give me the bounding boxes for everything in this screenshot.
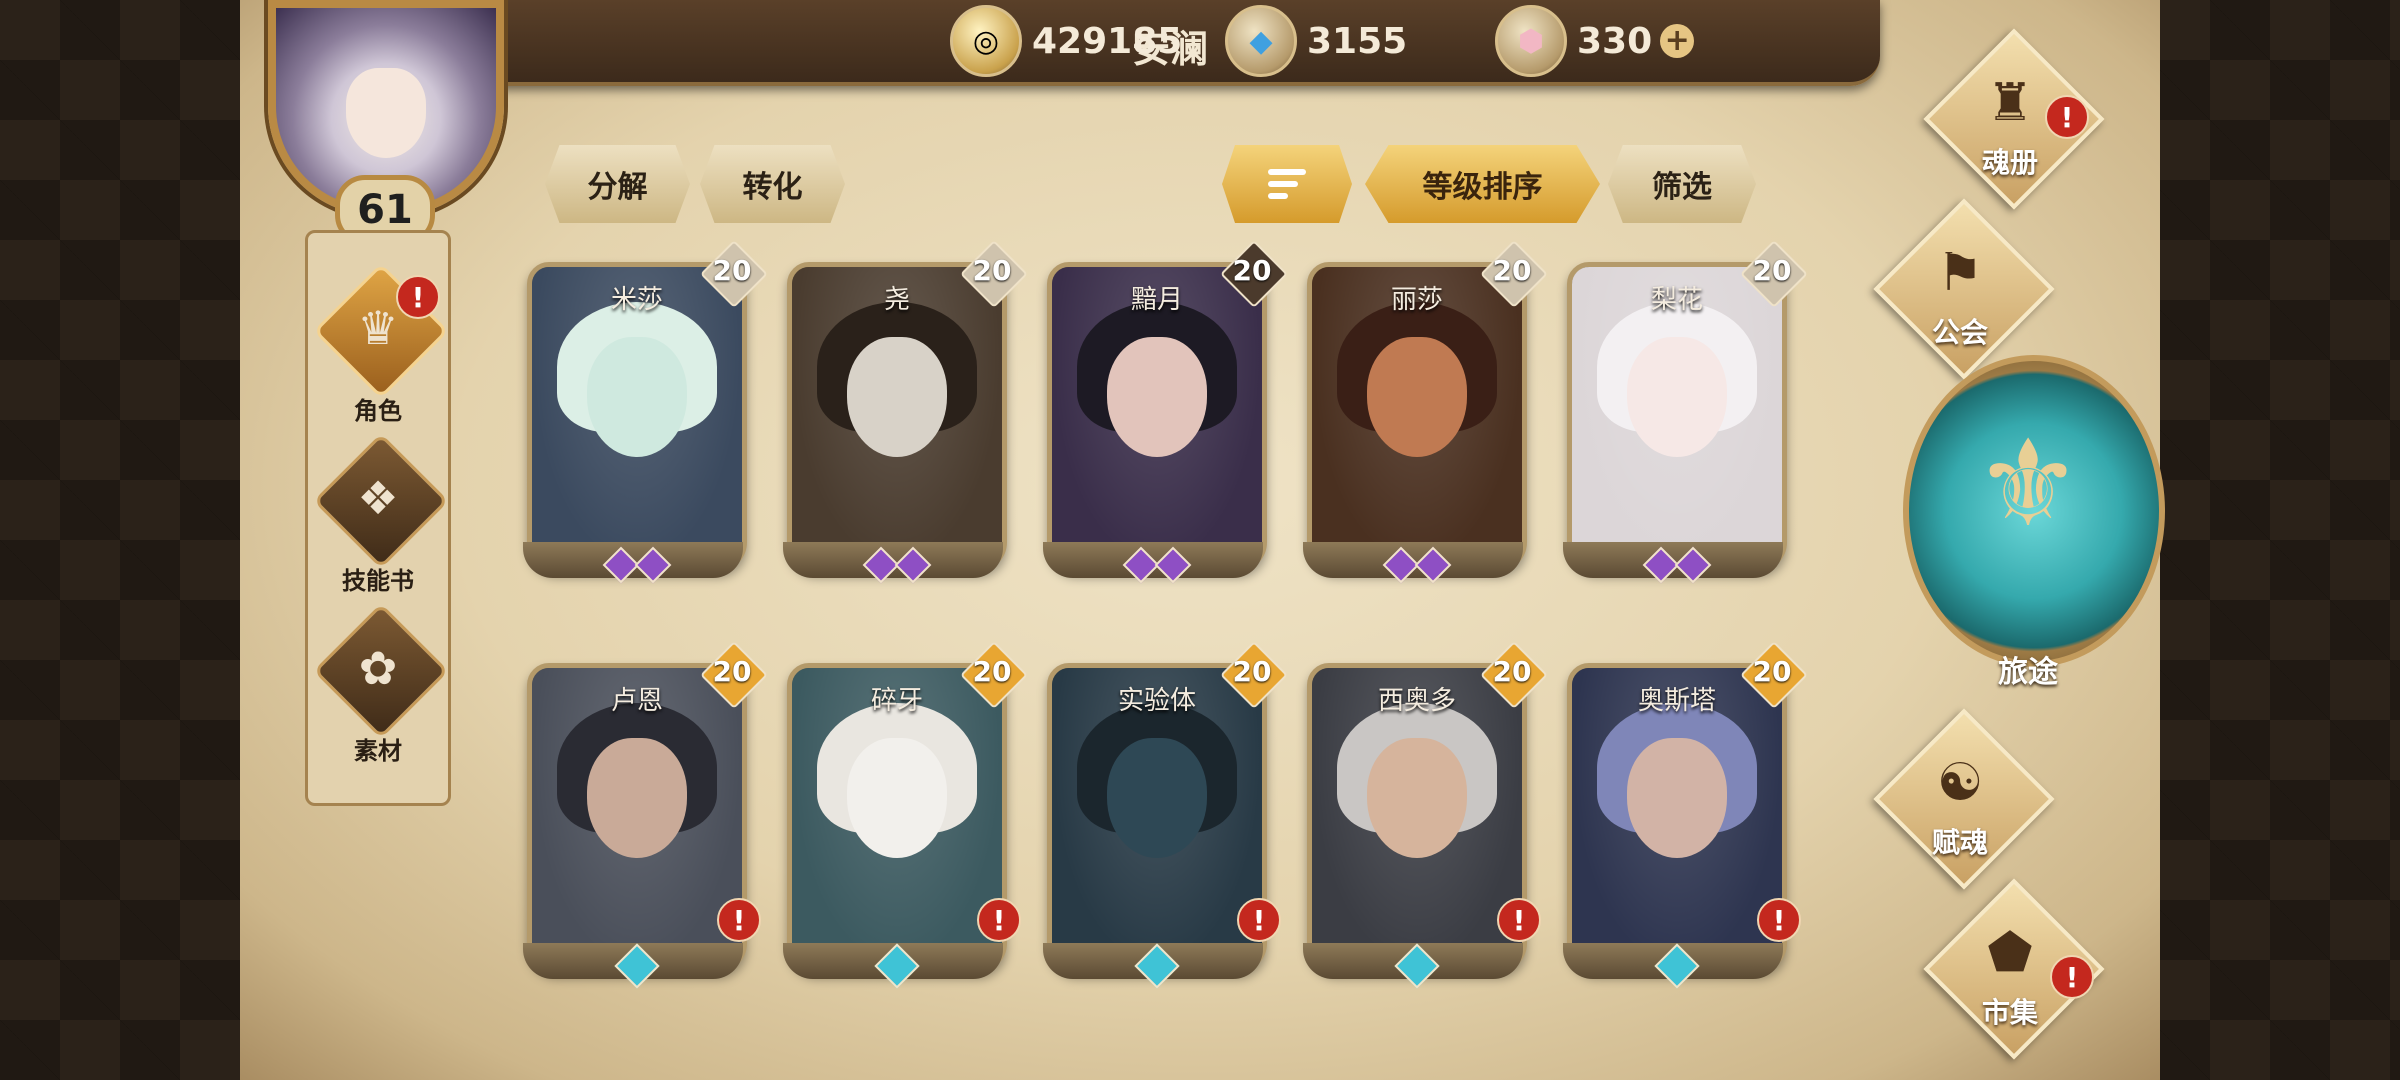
crystal-value: 3155 — [1307, 20, 1408, 62]
player-avatar-frame[interactable]: 61 — [250, 0, 510, 250]
character-level-badge: 20 — [1740, 641, 1808, 709]
character-level-badge: 20 — [960, 641, 1028, 709]
character-card[interactable]: 实验体 — [1047, 663, 1267, 973]
alert-icon: ! — [1497, 898, 1541, 942]
alert-icon: ! — [717, 898, 761, 942]
character-level: 20 — [712, 655, 752, 688]
purple-rarity-gem-icon — [1382, 542, 1452, 588]
character-level-badge: 20 — [1220, 240, 1288, 308]
character-level: 20 — [972, 254, 1012, 287]
character-level-badge: 20 — [1740, 240, 1808, 308]
nav-item-skill-books[interactable]: ❖ 技能书 — [308, 433, 449, 608]
crystal-resource[interactable]: ◆ 3155 — [1225, 5, 1408, 77]
nav-item-label: 素材 — [354, 737, 402, 765]
journey-emblem-icon: ⚜ — [1974, 415, 2082, 554]
character-level-badge: 20 — [960, 240, 1028, 308]
character-level-badge: 20 — [700, 240, 768, 308]
sort-order-button[interactable] — [1222, 145, 1352, 223]
nav-item-label: 魂册 — [1981, 146, 2038, 179]
convert-button[interactable]: 转化 — [700, 145, 845, 223]
character-card[interactable]: 尧 — [787, 262, 1007, 572]
blue-rarity-gem-icon — [602, 943, 672, 989]
gold-coin-icon: ◎ — [950, 5, 1022, 77]
decompose-button[interactable]: 分解 — [545, 145, 690, 223]
add-gem-button[interactable]: + — [1660, 24, 1695, 58]
blue-rarity-gem-icon — [1122, 943, 1192, 989]
character-level: 20 — [1232, 655, 1272, 688]
purple-rarity-gem-icon — [1122, 542, 1192, 588]
character-level: 20 — [712, 254, 752, 287]
nav-item-market[interactable]: ⬟ 市集 ! — [1910, 878, 2110, 1060]
nav-item-label: 技能书 — [342, 567, 414, 595]
nav-item-materials[interactable]: ✿ 素材 — [308, 603, 449, 778]
character-level: 20 — [1752, 254, 1792, 287]
character-level-badge: 20 — [1220, 641, 1288, 709]
character-level: 20 — [1492, 254, 1532, 287]
journey-label: 旅途 — [1998, 655, 2058, 690]
alert-icon: ! — [396, 275, 440, 319]
character-level: 20 — [972, 655, 1012, 688]
character-card[interactable]: 丽莎 — [1307, 262, 1527, 572]
purple-rarity-gem-icon — [862, 542, 932, 588]
purple-rarity-gem-icon — [1642, 542, 1712, 588]
character-level: 20 — [1752, 655, 1792, 688]
nav-item-label: 公会 — [1931, 316, 1988, 349]
character-card[interactable]: 梨花 — [1567, 262, 1787, 572]
nav-item-soul-infusion[interactable]: ☯ 赋魂 — [1860, 708, 2060, 890]
sort-icon — [1268, 169, 1306, 199]
sort-by-level-button[interactable]: 等级排序 — [1365, 145, 1600, 223]
blue-rarity-gem-icon — [1642, 943, 1712, 989]
book-icon: ❖ — [357, 471, 399, 525]
character-card[interactable]: 西奥多 — [1307, 663, 1527, 973]
journey-button[interactable]: ⚜ 旅途 — [1898, 355, 2165, 690]
gold-value: 429185 — [1032, 20, 1183, 62]
guild-flag-icon: ⚑ — [1936, 243, 1984, 303]
nav-item-label: 角色 — [354, 397, 402, 425]
alert-icon: ! — [2045, 95, 2089, 139]
filter-button[interactable]: 筛选 — [1608, 145, 1756, 223]
character-level-badge: 20 — [1480, 641, 1548, 709]
soul-infusion-icon: ☯ — [1936, 753, 1984, 813]
right-border-pattern — [2150, 0, 2400, 1080]
character-level-badge: 20 — [700, 641, 768, 709]
alert-icon: ! — [977, 898, 1021, 942]
gem-resource[interactable]: ⬢ 330 + — [1495, 5, 1695, 77]
character-card[interactable]: 米莎 — [527, 262, 747, 572]
pink-gem-icon: ⬢ — [1495, 5, 1567, 77]
nav-item-soul-album[interactable]: ♜ 魂册 ! — [1910, 28, 2110, 210]
character-card[interactable]: 卢恩 — [527, 663, 747, 973]
blue-rarity-gem-icon — [1382, 943, 1452, 989]
nav-item-characters[interactable]: ♛ 角色 ! — [308, 263, 449, 438]
purple-rarity-gem-icon — [602, 542, 672, 588]
gem-value: 330 — [1577, 20, 1653, 62]
left-nav: ♛ 角色 ! ❖ 技能书 ✿ 素材 — [305, 230, 451, 806]
top-resource-bar: 安澜 ◎ 429185 ◆ 3155 ⬢ 330 + — [440, 0, 1880, 86]
alert-icon: ! — [1237, 898, 1281, 942]
blue-crystal-icon: ◆ — [1225, 5, 1297, 77]
character-card[interactable]: 奥斯塔 — [1567, 663, 1787, 973]
character-level: 20 — [1232, 254, 1272, 287]
alert-icon: ! — [2050, 955, 2094, 999]
nav-item-guild[interactable]: ⚑ 公会 — [1860, 198, 2060, 380]
gold-resource[interactable]: ◎ 429185 — [950, 5, 1183, 77]
player-level: 61 — [357, 187, 413, 233]
character-card[interactable]: 碎牙 — [787, 663, 1007, 973]
nav-item-label: 赋魂 — [1931, 826, 1988, 859]
character-level-badge: 20 — [1480, 240, 1548, 308]
character-card[interactable]: 黯月 — [1047, 262, 1267, 572]
alert-icon: ! — [1757, 898, 1801, 942]
blue-rarity-gem-icon — [862, 943, 932, 989]
left-border-pattern — [0, 0, 250, 1080]
material-icon: ✿ — [358, 641, 398, 695]
character-level: 20 — [1492, 655, 1532, 688]
